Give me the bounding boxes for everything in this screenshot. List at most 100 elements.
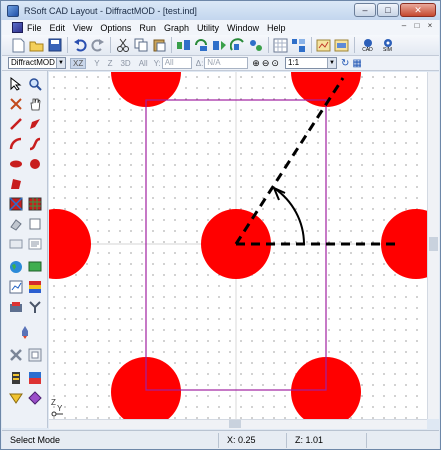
view-y-button[interactable]: Y: [94, 59, 99, 68]
horizontal-scrollbar[interactable]: [49, 419, 427, 429]
zoom-out-icon[interactable]: ⊖: [262, 58, 270, 69]
eraser-icon[interactable]: [8, 216, 23, 231]
copy-icon[interactable]: [132, 37, 149, 54]
scissor-icon[interactable]: [8, 347, 23, 362]
status-mode: Select Mode: [2, 432, 219, 448]
tool-f-icon[interactable]: [290, 37, 307, 54]
zoom-fit-icon[interactable]: ⊙: [271, 58, 279, 69]
frame-icon[interactable]: [27, 347, 42, 362]
view-3d-button[interactable]: 3D: [120, 59, 130, 68]
pan-hand-icon[interactable]: [27, 96, 42, 111]
view-all-button[interactable]: All: [139, 59, 148, 68]
fork-icon[interactable]: [27, 299, 42, 314]
redo-icon[interactable]: [89, 37, 106, 54]
tool-a-icon[interactable]: [175, 37, 192, 54]
vertical-scrollbar[interactable]: [427, 72, 439, 419]
main-toolbar: CAD SIM: [2, 35, 439, 56]
open-folder-icon[interactable]: [28, 37, 45, 54]
zoom-select[interactable]: 1:1 ▼: [284, 57, 337, 69]
save-icon[interactable]: [46, 37, 63, 54]
axis-y-label: Y: [57, 404, 63, 413]
close-button[interactable]: ✕: [400, 3, 436, 17]
chevron-down-icon: ▼: [56, 58, 65, 68]
layout-drawing: Z Y: [49, 72, 439, 419]
horizontal-scroll-thumb[interactable]: [229, 420, 241, 428]
view-z-button[interactable]: Z: [108, 59, 113, 68]
vertical-scroll-thumb[interactable]: [429, 237, 438, 251]
pyramid-icon[interactable]: [8, 390, 23, 405]
doc-minimize-button[interactable]: –: [399, 21, 409, 31]
delta-label: Δ:: [195, 58, 204, 68]
tool-d-icon[interactable]: [229, 37, 246, 54]
title-bar: RSoft CAD Layout - DiffractMOD - [test.i…: [1, 1, 440, 20]
rectangle-outline-icon[interactable]: [27, 216, 42, 231]
doc-close-button[interactable]: ×: [425, 21, 435, 31]
layout-canvas[interactable]: Z Y: [49, 72, 439, 419]
doc-restore-button[interactable]: □: [412, 21, 422, 31]
paste-icon[interactable]: [150, 37, 167, 54]
tool-h-icon[interactable]: [333, 37, 350, 54]
menu-graph[interactable]: Graph: [164, 23, 189, 33]
zoom-in-icon[interactable]: ⊕: [252, 58, 260, 69]
arc-icon[interactable]: [8, 136, 23, 151]
chevron-down-icon: ▼: [326, 58, 336, 68]
undo-icon[interactable]: [71, 37, 88, 54]
tool-b-icon[interactable]: [193, 37, 210, 54]
s-bend-icon[interactable]: [27, 136, 42, 151]
text-block-icon[interactable]: [8, 236, 23, 251]
y-label: Y:: [153, 58, 161, 68]
zoom-select-value: 1:1: [287, 58, 300, 67]
tool-c-icon[interactable]: [211, 37, 228, 54]
colormap-icon[interactable]: [27, 279, 42, 294]
module-select-value: DiffractMOD: [11, 58, 55, 67]
menu-window[interactable]: Window: [227, 23, 259, 33]
status-x-coordinate: X: 0.25: [219, 432, 287, 448]
polygon-icon[interactable]: [8, 176, 23, 191]
menu-view[interactable]: View: [73, 23, 92, 33]
menu-edit[interactable]: Edit: [50, 23, 66, 33]
circle-icon[interactable]: [27, 156, 42, 171]
diamond-icon[interactable]: [27, 390, 42, 405]
grid-array-icon[interactable]: [27, 196, 42, 211]
menu-help[interactable]: Help: [267, 23, 286, 33]
stack-icon[interactable]: [8, 370, 23, 385]
line-segment-icon[interactable]: [8, 116, 23, 131]
text-lines-icon[interactable]: [27, 236, 42, 251]
layers-icon[interactable]: ▦: [352, 58, 361, 69]
view-xz-button[interactable]: XZ: [70, 57, 87, 69]
minimize-button[interactable]: –: [354, 3, 376, 17]
view-toolbar: DiffractMOD ▼ XZ Y Z 3D All Y: All Δ: N/…: [2, 56, 439, 71]
tool-e-icon[interactable]: [247, 37, 264, 54]
new-file-icon[interactable]: [10, 37, 27, 54]
grid-icon[interactable]: [272, 37, 289, 54]
monitor-icon[interactable]: [27, 259, 42, 274]
rocket-icon[interactable]: [17, 324, 32, 339]
cad-icon[interactable]: CAD: [358, 37, 377, 54]
refresh-icon[interactable]: ↻: [341, 58, 349, 69]
status-bar: Select Mode X: 0.25 Z: 1.01: [2, 430, 439, 449]
layer-map-icon[interactable]: [27, 370, 42, 385]
y-field[interactable]: All: [161, 57, 192, 69]
tool-g-icon[interactable]: [315, 37, 332, 54]
maximize-button[interactable]: □: [377, 3, 399, 17]
module-select[interactable]: DiffractMOD ▼: [8, 57, 66, 69]
delta-field[interactable]: N/A: [204, 57, 249, 69]
pointer-edit-icon[interactable]: [8, 96, 23, 111]
menu-run[interactable]: Run: [139, 23, 156, 33]
menu-utility[interactable]: Utility: [197, 23, 219, 33]
tapered-segment-icon[interactable]: [27, 116, 42, 131]
menu-bar: File Edit View Options Run Graph Utility…: [2, 20, 439, 35]
sim-icon[interactable]: SIM: [378, 37, 397, 54]
menu-options[interactable]: Options: [100, 23, 131, 33]
menu-file[interactable]: File: [27, 23, 42, 33]
document-icon[interactable]: [12, 22, 23, 33]
select-arrow-icon[interactable]: [8, 76, 23, 91]
chart-icon[interactable]: [8, 279, 23, 294]
zoom-icon[interactable]: [27, 76, 42, 91]
cut-icon[interactable]: [114, 37, 131, 54]
globe-icon[interactable]: [8, 259, 23, 274]
app-icon: [7, 4, 19, 17]
launch-icon[interactable]: [8, 299, 23, 314]
ellipse-icon[interactable]: [8, 156, 23, 171]
array-icon[interactable]: [8, 196, 23, 211]
